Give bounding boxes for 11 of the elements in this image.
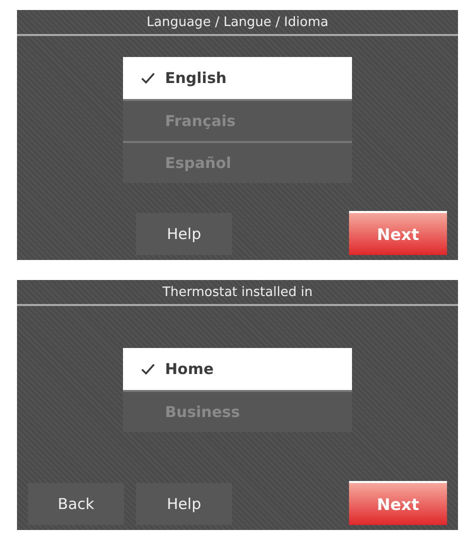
screen-title: Language / Langue / Idioma — [17, 10, 458, 36]
option-item[interactable]: Home — [123, 348, 352, 390]
next-button[interactable]: Next — [349, 211, 447, 255]
help-button[interactable]: Help — [136, 483, 232, 525]
screen-title: Thermostat installed in — [17, 280, 458, 306]
help-button[interactable]: Help — [136, 213, 232, 255]
next-button[interactable]: Next — [349, 481, 447, 525]
check-icon — [141, 362, 155, 376]
back-button[interactable]: Back — [28, 483, 124, 525]
option-item[interactable]: English — [123, 56, 352, 98]
check-icon — [141, 70, 155, 84]
